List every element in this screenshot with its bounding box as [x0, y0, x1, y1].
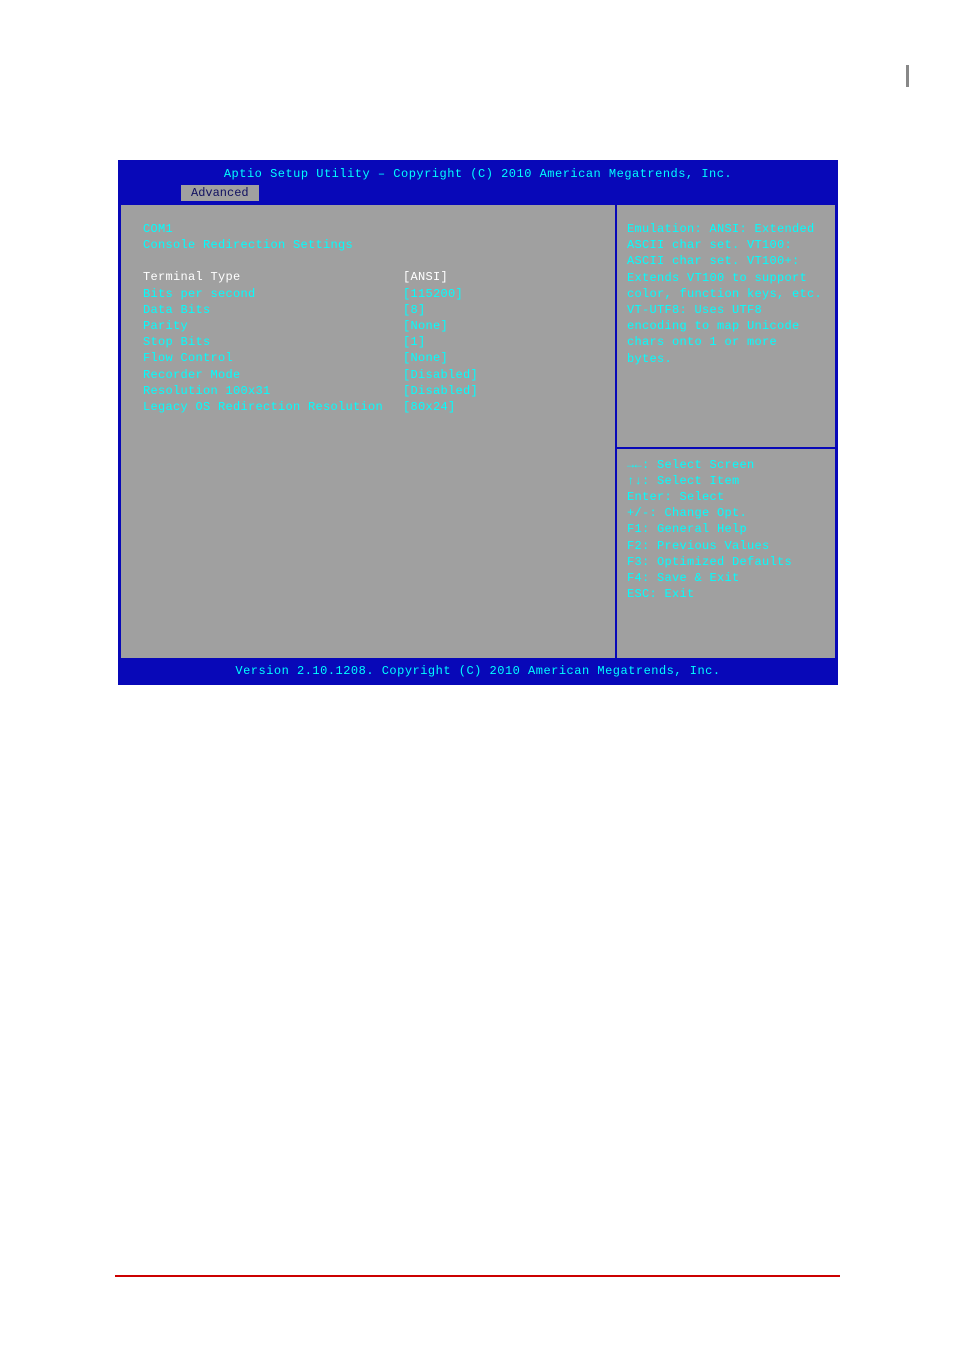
bios-footer: Version 2.10.1208. Copyright (C) 2010 Am…	[121, 658, 835, 682]
setting-row[interactable]: Flow Control[None]	[143, 350, 605, 366]
nav-hint: F2: Previous Values	[627, 538, 825, 554]
setting-value[interactable]: [Disabled]	[403, 367, 478, 383]
bios-body: COM1 Console Redirection Settings Termin…	[121, 203, 835, 658]
nav-help: →←: Select Screen↑↓: Select ItemEnter: S…	[627, 457, 825, 603]
nav-hint: +/-: Change Opt.	[627, 505, 825, 521]
setting-row[interactable]: Terminal Type[ANSI]	[143, 269, 605, 285]
section-subtitle: Console Redirection Settings	[143, 237, 605, 253]
help-divider	[617, 447, 835, 449]
setting-label: Legacy OS Redirection Resolution	[143, 399, 403, 415]
bios-window: Aptio Setup Utility – Copyright (C) 2010…	[118, 160, 838, 685]
setting-row[interactable]: Parity[None]	[143, 318, 605, 334]
setting-label: Bits per second	[143, 286, 403, 302]
nav-hint: ↑↓: Select Item	[627, 473, 825, 489]
setting-row[interactable]: Legacy OS Redirection Resolution[80x24]	[143, 399, 605, 415]
setting-label: Recorder Mode	[143, 367, 403, 383]
nav-hint: F3: Optimized Defaults	[627, 554, 825, 570]
setting-row[interactable]: Bits per second[115200]	[143, 286, 605, 302]
help-panel: Emulation: ANSI: Extended ASCII char set…	[615, 205, 835, 658]
setting-value[interactable]: [None]	[403, 318, 448, 334]
setting-label: Stop Bits	[143, 334, 403, 350]
nav-hint: F1: General Help	[627, 521, 825, 537]
setting-value[interactable]: [Disabled]	[403, 383, 478, 399]
setting-label: Terminal Type	[143, 269, 403, 285]
bios-title: Aptio Setup Utility – Copyright (C) 2010…	[121, 163, 835, 185]
setting-value[interactable]: [1]	[403, 334, 426, 350]
page-marker	[906, 65, 909, 87]
settings-panel: COM1 Console Redirection Settings Termin…	[121, 205, 615, 658]
setting-label: Resolution 100x31	[143, 383, 403, 399]
help-text: Emulation: ANSI: Extended ASCII char set…	[627, 221, 825, 367]
tab-advanced[interactable]: Advanced	[181, 185, 259, 201]
setting-row[interactable]: Data Bits[8]	[143, 302, 605, 318]
nav-hint: F4: Save & Exit	[627, 570, 825, 586]
footer-rule	[115, 1275, 840, 1277]
setting-value[interactable]: [None]	[403, 350, 448, 366]
setting-label: Flow Control	[143, 350, 403, 366]
port-name: COM1	[143, 221, 605, 237]
nav-hint: ESC: Exit	[627, 586, 825, 602]
setting-value[interactable]: [80x24]	[403, 399, 456, 415]
setting-row[interactable]: Resolution 100x31[Disabled]	[143, 383, 605, 399]
setting-value[interactable]: [115200]	[403, 286, 463, 302]
nav-hint: Enter: Select	[627, 489, 825, 505]
setting-value[interactable]: [8]	[403, 302, 426, 318]
tab-bar: Advanced	[121, 185, 835, 203]
setting-label: Data Bits	[143, 302, 403, 318]
setting-row[interactable]: Recorder Mode[Disabled]	[143, 367, 605, 383]
setting-value[interactable]: [ANSI]	[403, 269, 448, 285]
setting-row[interactable]: Stop Bits[1]	[143, 334, 605, 350]
settings-list: Terminal Type[ANSI]Bits per second[11520…	[143, 269, 605, 415]
setting-label: Parity	[143, 318, 403, 334]
nav-hint: →←: Select Screen	[627, 457, 825, 473]
